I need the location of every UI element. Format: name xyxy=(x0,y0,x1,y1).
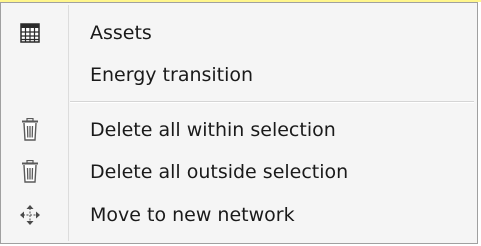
menu-item-delete-within-selection[interactable]: Delete all within selection xyxy=(3,110,475,150)
trash-icon xyxy=(17,117,43,143)
menu-item-label: Assets xyxy=(90,21,152,44)
trash-icon xyxy=(17,159,43,185)
menu-item-label: Move to new network xyxy=(90,203,295,226)
menu-item-delete-outside-selection[interactable]: Delete all outside selection xyxy=(3,152,475,192)
move-arrows-icon xyxy=(17,202,43,228)
menu-item-energy-transition[interactable]: Energy transition xyxy=(3,55,475,95)
menu-item-label: Energy transition xyxy=(90,63,254,86)
menu-item-move-to-new-network[interactable]: Move to new network xyxy=(3,195,475,235)
menu-item-assets[interactable]: Assets xyxy=(3,13,475,53)
menu-separator-highlight xyxy=(70,102,474,103)
menu-item-label: Delete all outside selection xyxy=(90,160,349,183)
grid-table-icon xyxy=(17,20,43,46)
context-menu: Assets Energy transition Delete all with… xyxy=(0,2,478,244)
menu-item-label: Delete all within selection xyxy=(90,118,336,141)
